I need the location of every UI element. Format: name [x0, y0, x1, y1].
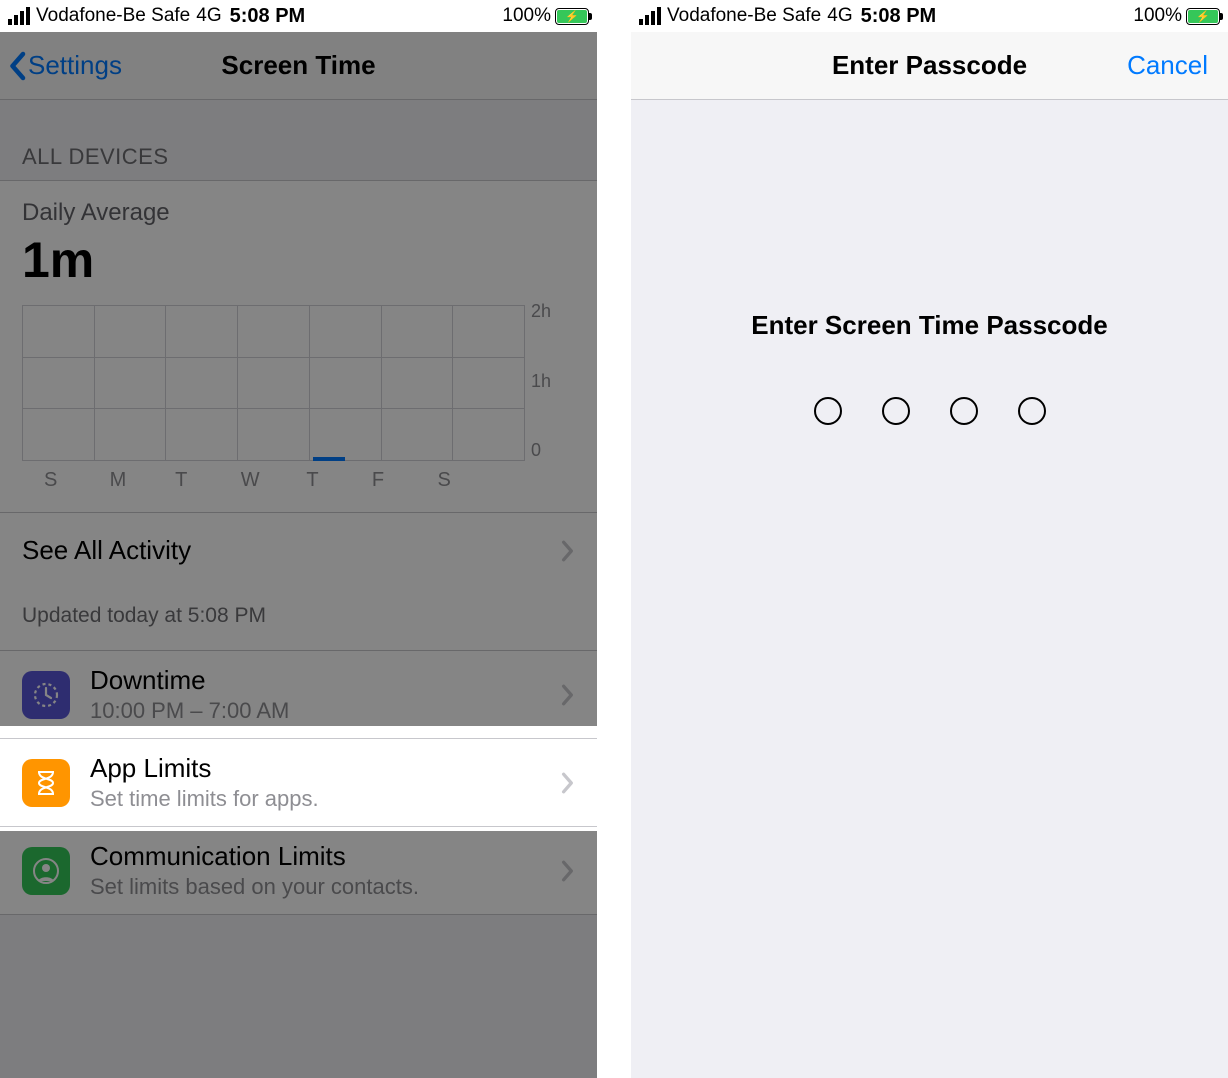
- usage-label: Daily Average: [22, 199, 575, 227]
- passcode-dot: [950, 397, 978, 425]
- downtime-icon: [22, 671, 70, 719]
- usage-value: 1m: [22, 231, 575, 289]
- battery-icon: ⚡: [555, 8, 589, 25]
- communication-limits-subtitle: Set limits based on your contacts.: [90, 874, 541, 900]
- battery-percent-label: 100%: [502, 5, 551, 27]
- carrier-label: Vodafone-Be Safe: [36, 5, 190, 27]
- battery-percent-label: 100%: [1133, 5, 1182, 27]
- clock-label: 5:08 PM: [230, 5, 306, 28]
- usage-panel: Daily Average 1m 2h 1h 0: [0, 180, 597, 651]
- chevron-right-icon: [561, 772, 575, 794]
- chevron-right-icon: [561, 684, 575, 706]
- downtime-row[interactable]: Downtime 10:00 PM – 7:00 AM: [0, 651, 597, 739]
- nav-header: Enter Passcode Cancel: [631, 32, 1228, 100]
- enter-passcode-screen: Vodafone-Be Safe 4G 5:08 PM 100% ⚡ Enter…: [631, 0, 1228, 1078]
- chart-bar: [313, 457, 345, 461]
- updated-label: Updated today at 5:08 PM: [0, 588, 597, 650]
- passcode-prompt: Enter Screen Time Passcode: [751, 310, 1107, 341]
- passcode-dot: [1018, 397, 1046, 425]
- passcode-dots[interactable]: [814, 397, 1046, 425]
- connection-label: 4G: [827, 5, 852, 27]
- see-all-activity-row[interactable]: See All Activity: [0, 512, 597, 588]
- app-limits-subtitle: Set time limits for apps.: [90, 786, 541, 812]
- screen-time-settings-screen: Vodafone-Be Safe 4G 5:08 PM 100% ⚡ Setti…: [0, 0, 597, 1078]
- cancel-button[interactable]: Cancel: [1127, 50, 1208, 81]
- status-bar: Vodafone-Be Safe 4G 5:08 PM 100% ⚡: [631, 0, 1228, 32]
- connection-label: 4G: [196, 5, 221, 27]
- passcode-dot: [814, 397, 842, 425]
- status-bar: Vodafone-Be Safe 4G 5:08 PM 100% ⚡: [0, 0, 597, 32]
- downtime-subtitle: 10:00 PM – 7:00 AM: [90, 698, 541, 724]
- app-limits-title: App Limits: [90, 753, 541, 784]
- usage-chart: 2h 1h 0 S M T W T F S: [0, 299, 597, 512]
- signal-icon: [639, 7, 661, 25]
- clock-label: 5:08 PM: [861, 5, 937, 28]
- page-title: Enter Passcode: [832, 50, 1027, 81]
- passcode-dot: [882, 397, 910, 425]
- nav-header: Settings Screen Time: [0, 32, 597, 100]
- communication-limits-row[interactable]: Communication Limits Set limits based on…: [0, 827, 597, 915]
- chevron-right-icon: [561, 860, 575, 882]
- back-label: Settings: [28, 50, 122, 81]
- chart-x-axis: S M T W T F S: [22, 461, 575, 506]
- back-button[interactable]: Settings: [0, 50, 122, 81]
- see-all-activity-label: See All Activity: [22, 535, 191, 566]
- carrier-label: Vodafone-Be Safe: [667, 5, 821, 27]
- chevron-left-icon: [8, 51, 26, 81]
- battery-icon: ⚡: [1186, 8, 1220, 25]
- section-header: ALL DEVICES: [0, 100, 597, 180]
- signal-icon: [8, 7, 30, 25]
- chevron-right-icon: [561, 540, 575, 562]
- downtime-title: Downtime: [90, 665, 541, 696]
- app-limits-row[interactable]: App Limits Set time limits for apps.: [0, 739, 597, 827]
- communication-limits-title: Communication Limits: [90, 841, 541, 872]
- chart-y-axis: 2h 1h 0: [531, 301, 575, 461]
- contact-icon: [22, 847, 70, 895]
- hourglass-icon: [22, 759, 70, 807]
